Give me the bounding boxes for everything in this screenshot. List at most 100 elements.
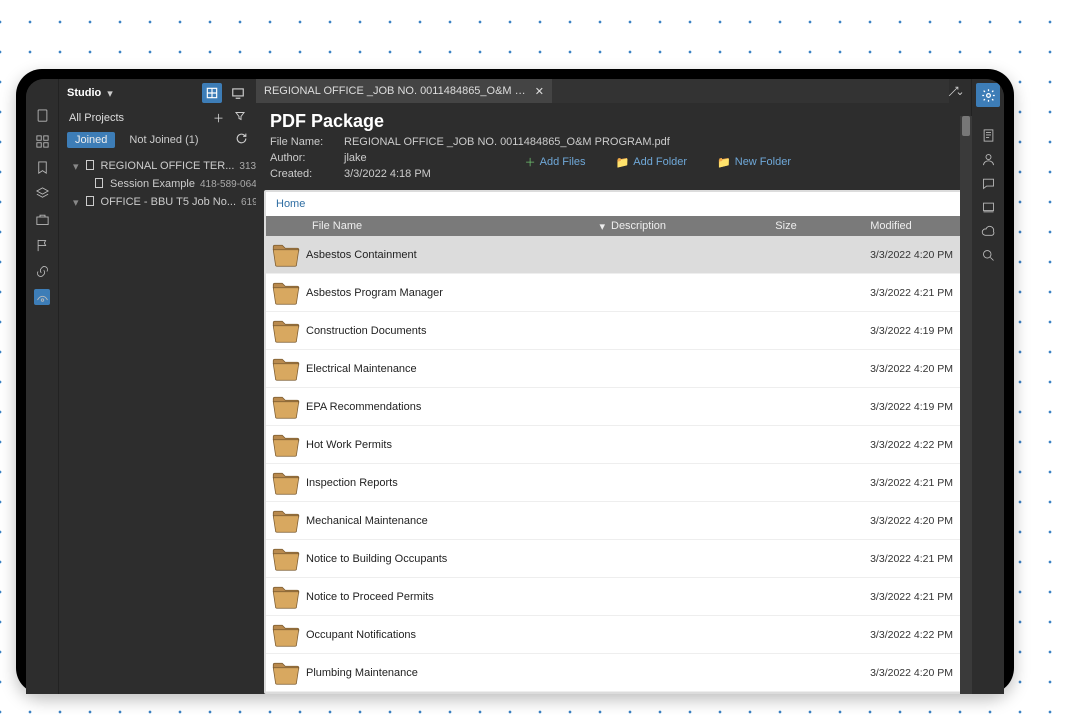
package-title: PDF Package: [270, 111, 957, 132]
col-modified[interactable]: Modified: [821, 220, 961, 232]
meta-created-label: Created:: [270, 168, 330, 180]
folder-icon: [266, 280, 306, 306]
row-name: Asbestos Containment: [306, 249, 603, 261]
studio-icon[interactable]: [34, 289, 50, 305]
row-name: EPA Recommendations: [306, 401, 603, 413]
gear-icon[interactable]: [976, 83, 1000, 107]
row-name: Inspection Reports: [306, 477, 603, 489]
folder-icon: [266, 242, 306, 268]
row-name: Notice to Building Occupants: [306, 553, 603, 565]
tree-label: OFFICE - BBU T5 Job No...: [101, 196, 237, 208]
row-modified: 3/3/2022 4:21 PM: [813, 477, 961, 489]
package-metadata: PDF Package File Name:REGIONAL OFFICE _J…: [256, 103, 971, 184]
document-tab[interactable]: REGIONAL OFFICE _JOB NO. 0011484865_O&M …: [256, 79, 553, 103]
folder-icon: [266, 660, 306, 686]
tree-item[interactable]: Session Example418-589-064: [63, 175, 252, 193]
row-modified: 3/3/2022 4:22 PM: [813, 439, 961, 451]
user-icon[interactable]: [980, 151, 996, 167]
folder-row[interactable]: Asbestos Containment 3/3/2022 4:20 PM: [266, 236, 961, 274]
row-modified: 3/3/2022 4:21 PM: [813, 553, 961, 565]
add-files-button[interactable]: ＋Add Files: [525, 154, 586, 170]
meta-created: 3/3/2022 4:18 PM: [344, 168, 431, 180]
folder-row[interactable]: Hot Work Permits3/3/2022 4:22 PM: [266, 426, 961, 464]
stamp-icon[interactable]: [980, 199, 996, 215]
layers-icon[interactable]: [34, 185, 50, 201]
close-icon[interactable]: ✕: [535, 85, 544, 98]
projects-panel: Studio ▾ All Projects ＋ Joined Not Joine…: [59, 79, 256, 694]
folder-row[interactable]: Construction Documents 3/3/2022 4:19 PM: [266, 312, 961, 350]
folder-row[interactable]: Inspection Reports 3/3/2022 4:21 PM: [266, 464, 961, 502]
bookmark-icon[interactable]: [34, 159, 50, 175]
row-modified: 3/3/2022 4:20 PM: [813, 249, 961, 261]
listing-header: File Name▾ Description Size Modified: [266, 216, 961, 236]
col-filename[interactable]: File Name▾: [306, 220, 611, 233]
row-name: Construction Documents: [306, 325, 603, 337]
briefcase-icon[interactable]: [34, 211, 50, 227]
folder-row[interactable]: Asbestos Program Manager 3/3/2022 4:21 PM: [266, 274, 961, 312]
folder-row[interactable]: EPA Recommendations3/3/2022 4:19 PM: [266, 388, 961, 426]
search-icon[interactable]: [980, 247, 996, 263]
folder-row[interactable]: Notice to Building Occupants 3/3/2022 4:2…: [266, 540, 961, 578]
row-name: Plumbing Maintenance: [306, 667, 603, 679]
add-project-icon[interactable]: ＋: [213, 110, 224, 126]
grid-icon[interactable]: [34, 133, 50, 149]
tree-item[interactable]: ▾OFFICE - BBU T5 Job No...619-147-376: [63, 193, 252, 211]
tab-label: REGIONAL OFFICE _JOB NO. 0011484865_O&M …: [264, 85, 527, 97]
document-tabs: REGIONAL OFFICE _JOB NO. 0011484865_O&M …: [256, 79, 971, 103]
tree-doc-icon: [93, 177, 105, 192]
row-name: Asbestos Program Manager: [306, 287, 603, 299]
add-folder-button[interactable]: 📁Add Folder: [616, 154, 688, 170]
chevron-icon: ▾: [73, 160, 79, 173]
right-iconbar: [971, 79, 1004, 694]
folder-new-icon: 📁: [717, 156, 731, 169]
row-modified: 3/3/2022 4:20 PM: [813, 363, 961, 375]
filter-icon[interactable]: [234, 110, 246, 126]
folder-row[interactable]: Plumbing Maintenance 3/3/2022 4:20 PM: [266, 654, 961, 692]
folder-icon: [266, 546, 306, 572]
meta-filename: REGIONAL OFFICE _JOB NO. 0011484865_O&M …: [344, 136, 670, 148]
row-name: Electrical Maintenance: [306, 363, 603, 375]
row-modified: 3/3/2022 4:21 PM: [813, 591, 961, 603]
col-description[interactable]: Description: [611, 220, 751, 232]
folder-icon: [266, 470, 306, 496]
vertical-scrollbar[interactable]: [960, 116, 972, 694]
panel-heading: All Projects: [69, 112, 124, 124]
sort-icon[interactable]: ▾: [599, 220, 605, 233]
folder-icon: [266, 508, 306, 534]
new-folder-button[interactable]: 📁New Folder: [717, 154, 791, 170]
breadcrumb-home[interactable]: Home: [276, 198, 305, 210]
meta-author-label: Author:: [270, 152, 330, 164]
wand-icon[interactable]: [945, 83, 961, 99]
row-modified: 3/3/2022 4:20 PM: [813, 667, 961, 679]
view-grid-icon[interactable]: [202, 83, 222, 103]
folder-icon: [266, 318, 306, 344]
folder-icon: [266, 394, 306, 420]
properties-icon[interactable]: [980, 127, 996, 143]
comment-icon[interactable]: [980, 175, 996, 191]
tab-joined[interactable]: Joined: [67, 132, 115, 148]
folder-row[interactable]: Mechanical Maintenance3/3/2022 4:20 PM: [266, 502, 961, 540]
chevron-down-icon[interactable]: ▾: [107, 87, 113, 100]
refresh-icon[interactable]: [235, 132, 248, 148]
row-modified: 3/3/2022 4:21 PM: [813, 287, 961, 299]
studio-label[interactable]: Studio: [67, 87, 101, 99]
project-tree: ▾REGIONAL OFFICE TER...313-534-225Sessio…: [59, 151, 256, 217]
row-name: Notice to Proceed Permits: [306, 591, 603, 603]
cloud-icon[interactable]: [980, 223, 996, 239]
tree-label: Session Example: [110, 178, 195, 190]
view-monitor-icon[interactable]: [228, 83, 248, 103]
folder-row[interactable]: Occupant Notifications3/3/2022 4:22 PM: [266, 616, 961, 654]
tab-notjoined[interactable]: Not Joined (1): [129, 134, 198, 146]
row-name: Occupant Notifications: [306, 629, 603, 641]
col-size[interactable]: Size: [751, 220, 821, 232]
tree-item[interactable]: ▾REGIONAL OFFICE TER...313-534-225: [63, 157, 252, 175]
flag-icon[interactable]: [34, 237, 50, 253]
link-icon[interactable]: [34, 263, 50, 279]
file-icon[interactable]: [34, 107, 50, 123]
tree-label: REGIONAL OFFICE TER...: [101, 160, 235, 172]
row-name: Mechanical Maintenance: [306, 515, 603, 527]
folder-row[interactable]: Notice to Proceed Permits 3/3/2022 4:21 P…: [266, 578, 961, 616]
row-modified: 3/3/2022 4:19 PM: [813, 325, 961, 337]
folder-row[interactable]: Electrical Maintenance 3/3/2022 4:20 PM: [266, 350, 961, 388]
folder-icon: [266, 356, 306, 382]
